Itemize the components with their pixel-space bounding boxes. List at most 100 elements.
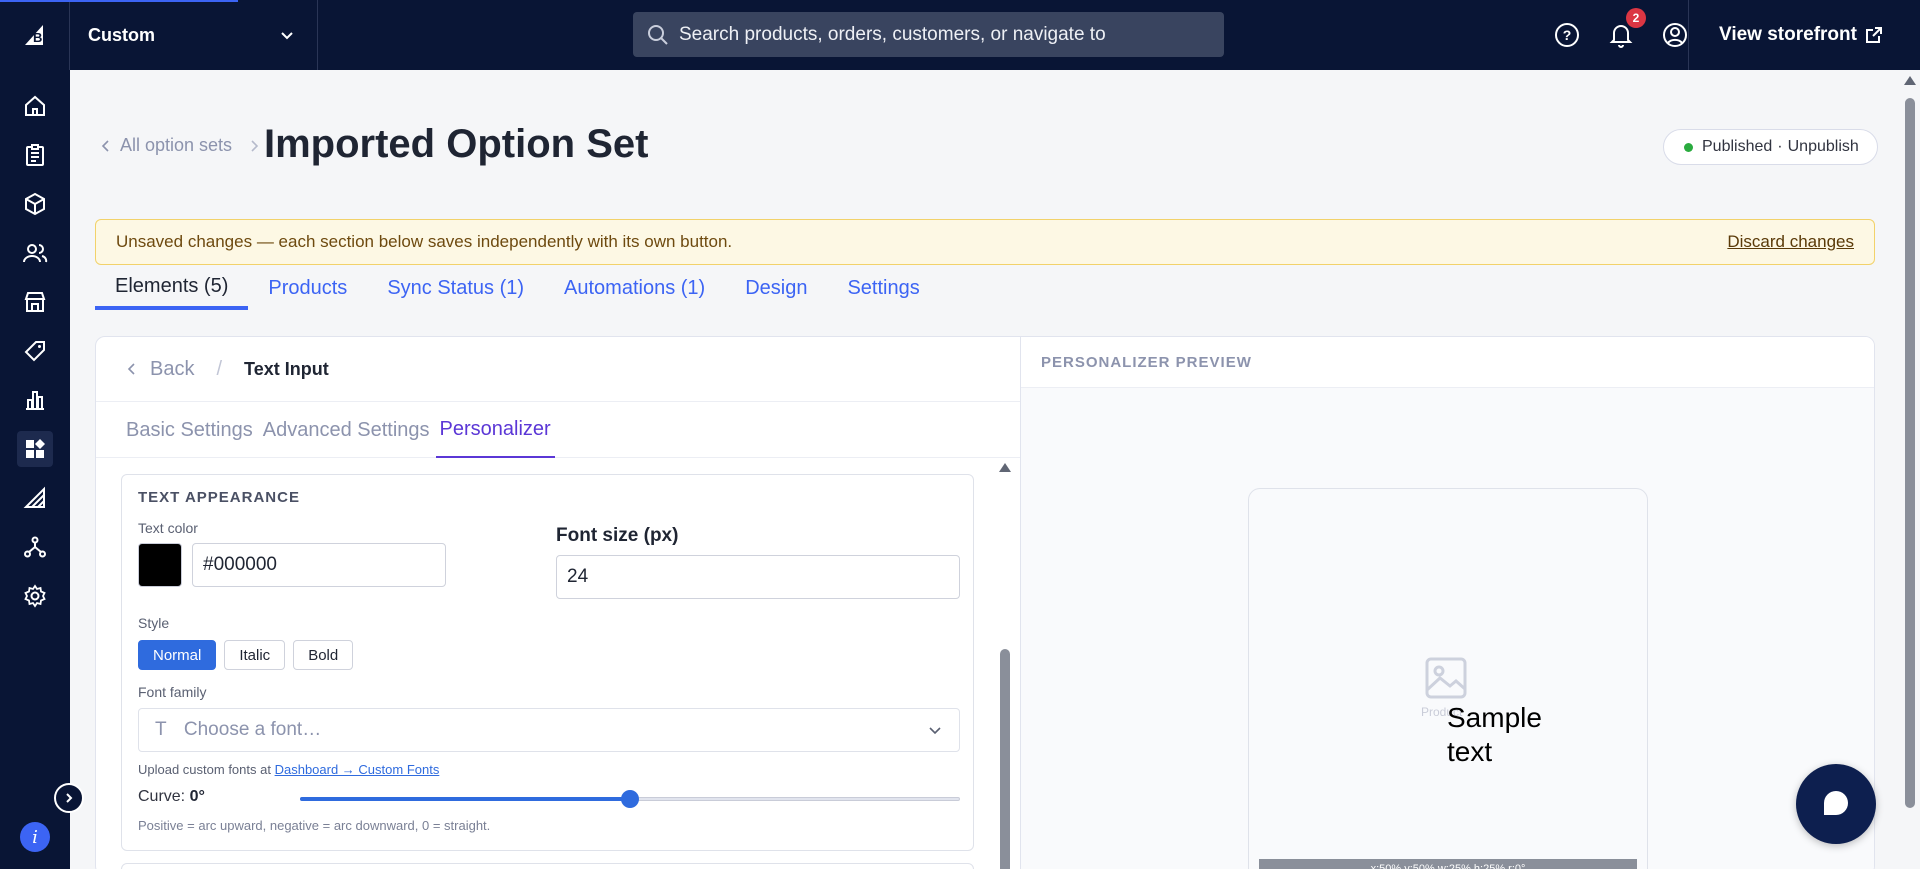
- element-editor-panel: Back / Text Input Basic Settings Advance…: [95, 336, 1875, 869]
- settings-icon[interactable]: [17, 578, 53, 614]
- text-color-label: Text color: [138, 520, 198, 536]
- curve-slider[interactable]: [300, 790, 960, 808]
- subtab-advanced-settings[interactable]: Advanced Settings: [259, 402, 434, 458]
- subtab-basic-settings[interactable]: Basic Settings: [122, 402, 257, 458]
- chat-bubble-icon: [1824, 791, 1848, 815]
- global-search-input[interactable]: Search products, orders, customers, or n…: [633, 12, 1224, 57]
- top-icons: ? 2: [1540, 0, 1702, 70]
- breadcrumb: All option sets: [100, 135, 260, 156]
- storefront-icon[interactable]: [17, 284, 53, 320]
- help-button[interactable]: ?: [1540, 0, 1594, 70]
- upload-help-text: Upload custom fonts at: [138, 762, 271, 777]
- text-color-input[interactable]: [192, 543, 446, 587]
- preview-heading: PERSONALIZER PREVIEW: [1021, 337, 1874, 388]
- settings-scrollbar[interactable]: [998, 459, 1012, 869]
- style-button-group: Normal Italic Bold: [138, 640, 361, 670]
- integrations-icon[interactable]: [17, 529, 53, 565]
- svg-text:?: ?: [1563, 27, 1572, 43]
- section-title: TEXT APPEARANCE: [138, 489, 300, 506]
- search-icon: [648, 24, 668, 45]
- sidebar: [0, 70, 70, 869]
- user-circle-icon: [1663, 23, 1687, 47]
- font-type-icon: T: [155, 719, 167, 740]
- personalizer-settings-scroll[interactable]: TEXT APPEARANCE Text color Font size (px…: [96, 459, 1021, 869]
- sidebar-expand-button[interactable]: [54, 783, 84, 813]
- text-color-swatch[interactable]: [138, 543, 182, 587]
- external-link-icon: [1865, 27, 1882, 43]
- bigcommerce-logo[interactable]: B: [0, 0, 70, 70]
- apps-icon[interactable]: [17, 431, 53, 467]
- customers-icon[interactable]: [17, 235, 53, 271]
- svg-text:B: B: [33, 30, 42, 45]
- notifications-button[interactable]: 2: [1594, 0, 1648, 70]
- chevron-right-icon: [251, 139, 259, 152]
- slider-fill: [300, 797, 630, 801]
- breadcrumb-separator: /: [216, 357, 223, 380]
- element-name: Text Input: [244, 358, 329, 379]
- top-bar: B Custom Search products, orders, custom…: [0, 0, 1920, 70]
- loading-progress-bar: [0, 0, 238, 2]
- products-icon[interactable]: [17, 186, 53, 222]
- scrollbar-thumb[interactable]: [1000, 649, 1010, 869]
- font-family-placeholder: Choose a font…: [183, 719, 322, 740]
- help-icon: ?: [1555, 23, 1579, 47]
- preview-canvas[interactable]: Product Sample text x:50% y:50% w:25% h:…: [1248, 488, 1648, 869]
- page-scrollbar[interactable]: [1900, 70, 1920, 869]
- personalizer-preview-pane: PERSONALIZER PREVIEW Product Sample text…: [1021, 337, 1874, 869]
- custom-fonts-link[interactable]: Dashboard → Custom Fonts: [275, 762, 440, 777]
- publish-status-pill[interactable]: Published · Unpublish: [1663, 129, 1878, 165]
- subtab-personalizer[interactable]: Personalizer: [435, 402, 555, 458]
- curve-help-text: Positive = arc upward, negative = arc do…: [138, 818, 491, 833]
- tab-design[interactable]: Design: [725, 266, 827, 310]
- image-placeholder-icon: [1425, 657, 1467, 699]
- slider-thumb[interactable]: [621, 790, 639, 808]
- orders-icon[interactable]: [17, 137, 53, 173]
- unpublish-button[interactable]: Unpublish: [1788, 138, 1859, 156]
- analytics-icon[interactable]: [17, 382, 53, 418]
- font-family-label: Font family: [138, 684, 207, 700]
- sample-text-layer[interactable]: Sample text: [1447, 701, 1587, 769]
- banner-message: Unsaved changes — each section below sav…: [116, 232, 733, 251]
- style-normal-button[interactable]: Normal: [138, 640, 217, 670]
- font-size-label: Font size (px): [556, 525, 679, 546]
- published-status-dot: [1684, 142, 1693, 152]
- chevron-right-icon: [66, 793, 73, 803]
- chevron-down-icon: [281, 32, 293, 40]
- tab-products[interactable]: Products: [248, 266, 367, 310]
- discard-changes-link[interactable]: Discard changes: [1727, 232, 1854, 252]
- marketing-icon[interactable]: [17, 333, 53, 369]
- element-subtabs: Basic Settings Advanced Settings Persona…: [96, 402, 1020, 458]
- back-button[interactable]: Back: [126, 358, 194, 381]
- curve-label: Curve: 0°: [138, 788, 205, 806]
- info-button[interactable]: i: [20, 822, 50, 852]
- status-text: Published: [1702, 138, 1773, 155]
- back-label: Back: [150, 357, 195, 380]
- font-size-input[interactable]: [556, 555, 960, 599]
- font-family-select[interactable]: T Choose a font…: [138, 708, 960, 752]
- store-selector[interactable]: Custom: [70, 0, 318, 70]
- home-icon[interactable]: [17, 88, 53, 124]
- tab-sync-status[interactable]: Sync Status (1): [367, 266, 544, 310]
- style-bold-button[interactable]: Bold: [293, 640, 354, 670]
- tab-automations[interactable]: Automations (1): [544, 266, 725, 310]
- chat-support-button[interactable]: [1796, 764, 1876, 844]
- breadcrumb-all-option-sets[interactable]: All option sets: [100, 135, 232, 156]
- chevron-left-icon: [101, 139, 109, 152]
- view-storefront-link[interactable]: View storefront: [1688, 0, 1920, 70]
- unsaved-changes-banner: Unsaved changes — each section below sav…: [95, 219, 1875, 265]
- upload-fonts-help: Upload custom fonts at Dashboard → Custo…: [138, 762, 439, 777]
- notification-badge: 2: [1626, 8, 1646, 28]
- chevron-left-icon: [127, 363, 135, 375]
- tab-elements[interactable]: Elements (5): [95, 266, 249, 310]
- channels-icon[interactable]: [17, 480, 53, 516]
- page-scroll-up-arrow[interactable]: [1904, 76, 1916, 85]
- search-placeholder: Search products, orders, customers, or n…: [679, 23, 1106, 45]
- scroll-up-arrow[interactable]: [999, 463, 1011, 472]
- page-scrollbar-thumb[interactable]: [1905, 98, 1915, 808]
- curve-label-text: Curve:: [138, 788, 186, 805]
- tab-settings[interactable]: Settings: [827, 266, 939, 310]
- element-header: Back / Text Input: [96, 337, 1020, 402]
- style-italic-button[interactable]: Italic: [224, 640, 286, 670]
- page-title: Imported Option Set: [264, 122, 649, 166]
- main-tabs: Elements (5) Products Sync Status (1) Au…: [95, 266, 940, 310]
